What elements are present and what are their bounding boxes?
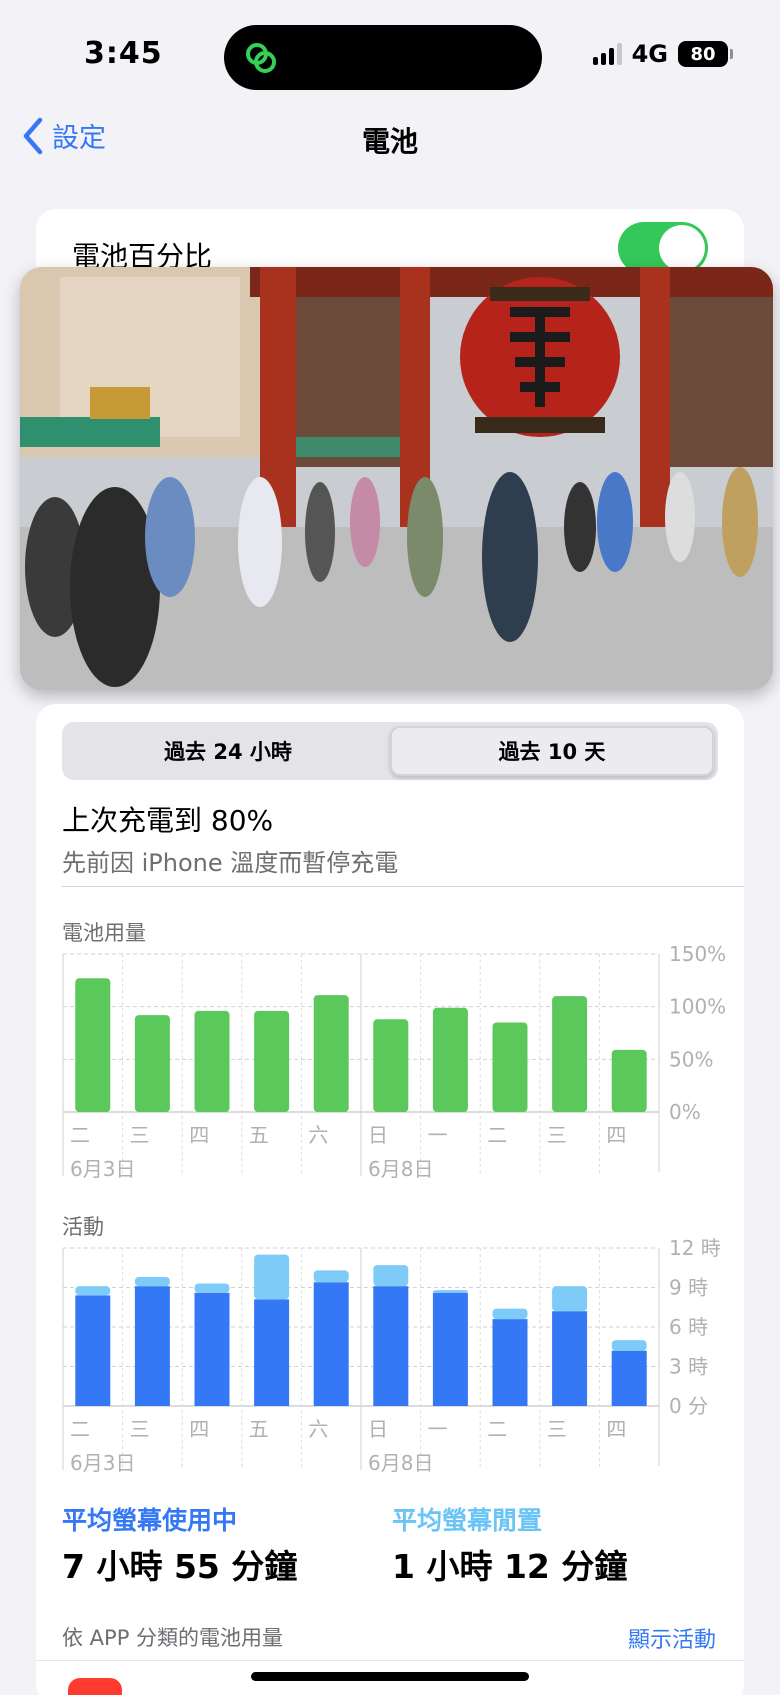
x-tick-label: 六 xyxy=(308,1417,328,1441)
x-tick-label: 五 xyxy=(249,1417,269,1441)
y-tick-label: 6 時 xyxy=(669,1315,708,1339)
date-label: 6月8日 xyxy=(368,1451,433,1475)
date-label: 6月8日 xyxy=(368,1157,433,1181)
show-activity-button[interactable]: 顯示活動 xyxy=(628,1622,716,1654)
divider xyxy=(62,886,744,887)
x-tick-label: 三 xyxy=(547,1123,567,1147)
battery-usage-bar[interactable] xyxy=(194,1010,230,1112)
temple-gate-photo xyxy=(20,267,773,690)
screen-on-bar[interactable] xyxy=(75,1295,111,1406)
battery-usage-bar[interactable] xyxy=(134,1015,170,1112)
screen-on-bar[interactable] xyxy=(611,1350,647,1406)
picture-in-picture-video[interactable] xyxy=(20,267,773,690)
x-tick-label: 四 xyxy=(189,1123,209,1147)
battery-level: 80 xyxy=(690,43,716,65)
home-indicator[interactable] xyxy=(251,1672,529,1681)
y-tick-label: 3 時 xyxy=(669,1355,708,1379)
x-tick-label: 日 xyxy=(368,1123,388,1147)
x-tick-label: 六 xyxy=(308,1123,328,1147)
battery-usage-bar[interactable] xyxy=(611,1049,647,1112)
screen-off-bar[interactable] xyxy=(313,1270,349,1283)
battery-icon: 80 xyxy=(678,41,733,67)
battery-usage-bar[interactable] xyxy=(432,1007,468,1112)
x-tick-label: 四 xyxy=(606,1123,626,1147)
screen-on-bar[interactable] xyxy=(432,1292,468,1406)
battery-usage-bar[interactable] xyxy=(313,995,349,1112)
y-tick-label: 9 時 xyxy=(669,1276,708,1300)
screen-on-bar[interactable] xyxy=(134,1286,170,1406)
battery-usage-bar[interactable] xyxy=(552,996,588,1112)
x-tick-label: 三 xyxy=(130,1123,150,1147)
status-indicators: 4G 80 xyxy=(592,40,733,68)
screen-on-bar[interactable] xyxy=(313,1282,349,1406)
last-charge-subtitle: 先前因 iPhone 溫度而暫停充電 xyxy=(62,849,399,877)
screen-on-bar[interactable] xyxy=(194,1292,230,1406)
y-tick-label: 100% xyxy=(669,995,726,1019)
screen-off-bar[interactable] xyxy=(75,1286,111,1296)
avg-screen-on-label: 平均螢幕使用中 xyxy=(62,1506,238,1535)
x-tick-label: 二 xyxy=(487,1123,507,1147)
x-tick-label: 三 xyxy=(547,1417,567,1441)
date-label: 6月3日 xyxy=(70,1157,135,1181)
status-time: 3:45 xyxy=(84,36,163,71)
battery-usage-bar[interactable] xyxy=(254,1010,290,1112)
screen-off-bar[interactable] xyxy=(432,1290,468,1293)
x-tick-label: 四 xyxy=(189,1417,209,1441)
screen-on-bar[interactable] xyxy=(254,1299,290,1406)
screen-off-bar[interactable] xyxy=(552,1286,588,1312)
battery-usage-bar[interactable] xyxy=(373,1019,409,1112)
page-title: 電池 xyxy=(361,125,418,158)
cellular-signal-icon xyxy=(592,43,622,65)
x-tick-label: 二 xyxy=(70,1123,90,1147)
y-tick-label: 12 時 xyxy=(669,1238,721,1260)
y-tick-label: 150% xyxy=(669,944,726,966)
avg-screen-on-value: 7 小時 55 分鐘 xyxy=(62,1547,298,1586)
battery-usage-bar[interactable] xyxy=(75,978,111,1112)
screen-off-bar[interactable] xyxy=(611,1340,647,1351)
x-tick-label: 四 xyxy=(606,1417,626,1441)
x-tick-label: 日 xyxy=(368,1417,388,1441)
last-charge-title: 上次充電到 80% xyxy=(62,804,274,837)
screen-off-bar[interactable] xyxy=(373,1265,409,1287)
x-tick-label: 二 xyxy=(70,1417,90,1441)
activity-chart[interactable]: 12 時 9 時 6 時 3 時 0 分二 三 四 五 六 日 一 二 三 四 6月3日 6月8日 xyxy=(36,1238,744,1478)
y-tick-label: 50% xyxy=(669,1047,713,1071)
y-tick-label: 0 分 xyxy=(669,1394,708,1418)
divider xyxy=(36,1660,744,1661)
tab-last-24-hours[interactable]: 過去 24 小時 xyxy=(66,726,390,776)
screen-on-bar[interactable] xyxy=(552,1311,588,1406)
app-icon xyxy=(68,1678,122,1695)
screen-on-bar[interactable] xyxy=(373,1286,409,1406)
x-tick-label: 三 xyxy=(130,1417,150,1441)
date-label: 6月3日 xyxy=(70,1451,135,1475)
x-tick-label: 五 xyxy=(249,1123,269,1147)
screen-on-bar[interactable] xyxy=(492,1319,528,1406)
tab-last-10-days[interactable]: 過去 10 天 xyxy=(390,726,714,776)
battery-usage-bar[interactable] xyxy=(492,1022,528,1112)
x-tick-label: 一 xyxy=(428,1123,448,1147)
activity-chart-title: 活動 xyxy=(62,1215,104,1239)
y-tick-label: 0% xyxy=(669,1100,701,1124)
screen-off-bar[interactable] xyxy=(194,1283,230,1293)
network-type: 4G xyxy=(631,40,668,68)
avg-screen-off-label: 平均螢幕閒置 xyxy=(392,1506,543,1535)
dynamic-island[interactable] xyxy=(224,25,542,90)
time-range-segmented-control[interactable]: 過去 24 小時 過去 10 天 xyxy=(62,722,718,780)
battery-usage-chart[interactable]: 150% 100% 50% 0% 二 三 四 五 六 日 一 二 三 四 6月3日 6月8日 xyxy=(36,944,744,1184)
screen-off-bar[interactable] xyxy=(134,1276,170,1287)
link-activity-icon xyxy=(246,43,276,73)
battery-usage-card: 過去 24 小時 過去 10 天 上次充電到 80% 先前因 iPhone 溫度… xyxy=(36,704,744,1695)
x-tick-label: 二 xyxy=(487,1417,507,1441)
screen-off-bar[interactable] xyxy=(492,1308,528,1320)
screen-off-bar[interactable] xyxy=(254,1254,290,1300)
battery-usage-by-app-title: 依 APP 分類的電池用量 xyxy=(62,1626,284,1650)
x-tick-label: 一 xyxy=(428,1417,448,1441)
battery-usage-chart-title: 電池用量 xyxy=(62,921,146,945)
avg-screen-off-value: 1 小時 12 分鐘 xyxy=(392,1547,628,1586)
